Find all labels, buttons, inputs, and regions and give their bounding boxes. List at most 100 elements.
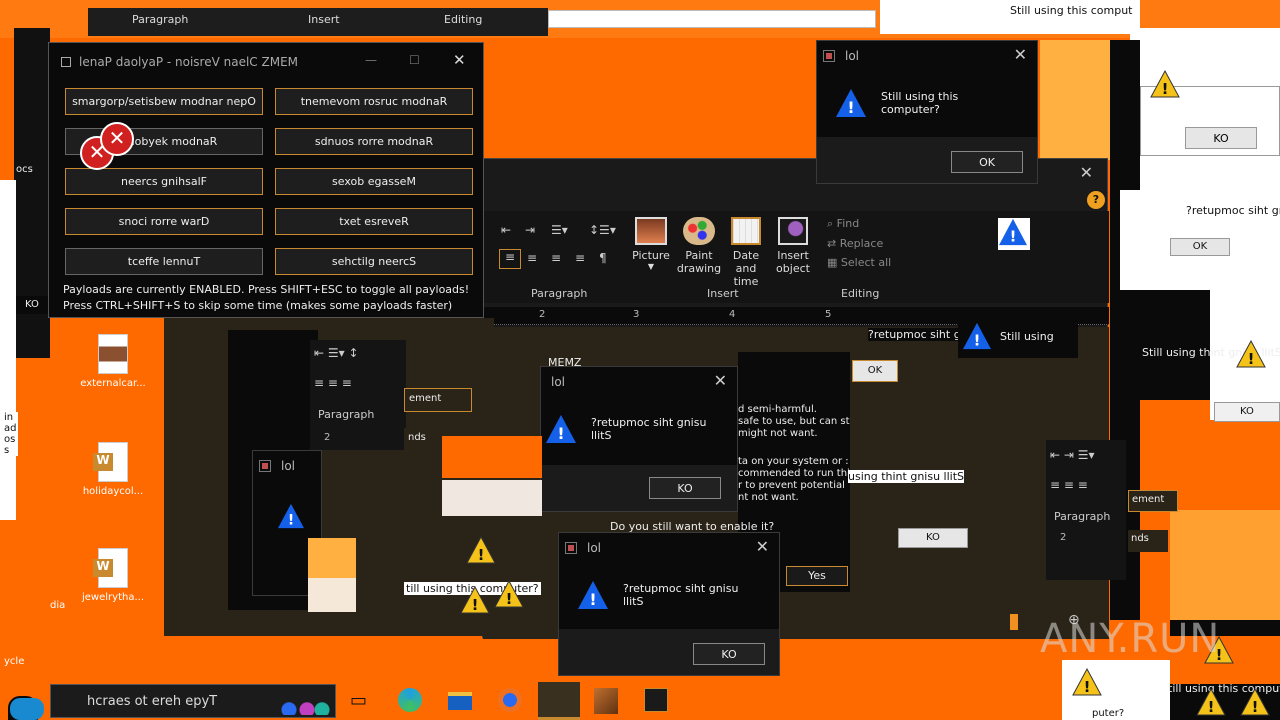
tab-insert[interactable]: Insert (308, 13, 340, 26)
warning-icon: ! (460, 585, 490, 617)
ko-button[interactable]: KO (1185, 127, 1257, 149)
info-icon: ! (278, 503, 304, 529)
desktop-icon-jewelrytha[interactable]: W jewelrytha... (76, 548, 150, 603)
maximize-icon[interactable]: ☐ (409, 53, 420, 67)
still-using-fragment-top: Still using this comput (1010, 4, 1133, 17)
memz-title: lenaP daolyaP - noisreV naelC ZMEM (79, 55, 299, 69)
file-explorer-icon[interactable] (448, 692, 472, 710)
help-icon[interactable]: ? (1087, 191, 1105, 209)
word-file-icon: W (93, 548, 128, 588)
ko-fragment-right[interactable]: KO (1214, 402, 1280, 422)
calendar-icon (731, 217, 761, 245)
paragraph-label-fragment: Paragraph (318, 408, 375, 421)
ok-button[interactable]: OK (951, 151, 1023, 173)
replace-button[interactable]: ⇄ Replace (827, 237, 907, 250)
close-icon[interactable]: ✕ (1080, 163, 1093, 182)
insert-object[interactable]: Insert object (769, 217, 817, 275)
payload-button-message-boxes[interactable]: sexob egasseM (275, 168, 473, 195)
insert-picture[interactable]: Picture ▼ (629, 217, 673, 271)
payload-button-random-error-sounds[interactable]: sdnuos rorre modnaR (275, 128, 473, 155)
ok-button-fragment[interactable]: OK (1170, 238, 1230, 256)
search-box[interactable]: hcraes ot ereh epyT (50, 684, 336, 718)
align-center-icon[interactable]: ≡ (527, 251, 537, 265)
paint-taskbar-icon[interactable] (594, 688, 618, 714)
tab-paragraph[interactable]: Paragraph (132, 13, 188, 26)
nds-fragment-right: nds (1128, 530, 1168, 552)
payload-button-reverse-text[interactable]: txet esreveR (275, 208, 473, 235)
dialog-titlebar: lol (253, 451, 321, 481)
close-icon[interactable]: ✕ (1014, 45, 1027, 65)
payload-button-random-cursor[interactable]: tnemevom rosruc modnaR (275, 88, 473, 115)
tupmoc-fragment: ?retupmoc siht gni (868, 328, 971, 341)
desktop-icon-holidaycol[interactable]: W holidaycol... (76, 442, 150, 497)
glitch-left-white (0, 180, 16, 520)
warning-line: r to prevent potential (738, 480, 845, 491)
close-icon[interactable]: ✕ (714, 371, 727, 391)
image-file-icon (98, 334, 128, 374)
justify-icon[interactable]: ≡ (575, 251, 585, 265)
watermark: ANY.RUN (1040, 616, 1221, 662)
ko-fragment-mid[interactable]: KO (898, 528, 968, 548)
firefox-icon[interactable] (498, 688, 522, 712)
svg-text:!: ! (589, 590, 596, 609)
align-right-icon[interactable]: ≡ (551, 251, 561, 265)
dialog-message: Still using this computer? (881, 90, 959, 116)
select-all-icon: ▦ (827, 256, 841, 269)
flask-icon (271, 689, 331, 715)
paragraph-label-right: Paragraph (1054, 510, 1111, 523)
insert-object-label-1: Insert (777, 249, 809, 262)
align-icons: ≡ ≡ ≡ (314, 376, 352, 390)
yes-button[interactable]: Yes (786, 566, 848, 586)
increase-indent-icon[interactable]: ⇥ (525, 223, 535, 237)
payload-button-flashing-screen[interactable]: neercs gnihsalF (65, 168, 263, 195)
desktop-icon-externalcar[interactable]: externalcar... (76, 334, 150, 389)
decrease-indent-icon[interactable]: ⇤ (501, 223, 511, 237)
close-icon[interactable]: ✕ (756, 537, 769, 557)
dialog-title: lol (281, 459, 296, 473)
info-icon: ! (998, 218, 1030, 250)
app-icon (823, 50, 835, 62)
paragraph-group: ⇤ ⇥ ☰▾ ↕☰▾ ≡ ≡ ≡ ≡ ¶ (497, 221, 621, 277)
ko-fragment-left[interactable]: KO (16, 296, 48, 314)
bullets-icon[interactable]: ☰▾ (551, 223, 568, 237)
edge-icon[interactable] (398, 688, 422, 712)
warning-icon: ! (1240, 687, 1270, 719)
insert-paint-drawing[interactable]: Paint drawing (675, 217, 723, 275)
payload-button-draw-error-icons[interactable]: snoci rorre warD (65, 208, 263, 235)
info-icon: ! (578, 581, 608, 609)
payload-button-tunnel-effect[interactable]: tceffe lennuT (65, 248, 263, 275)
payload-button-open-random-websites[interactable]: smargorp/setisbew modnar nepO (65, 88, 263, 115)
ko-button[interactable]: KO (649, 477, 721, 499)
reversed-msg-fragment: ?retupmoc siht gnisu llitS (1186, 204, 1280, 217)
task-view-icon[interactable]: ▭ (350, 690, 376, 712)
warning-line: d semi-harmful. (738, 404, 817, 415)
warning-icon: ! (1150, 69, 1180, 101)
find-button[interactable]: ⌕ Find (827, 217, 907, 231)
memz-titlebar: lenaP daolyaP - noisreV naelC ZMEM — ☐ ✕ (49, 43, 485, 79)
message-dialog-normal: lol ✕ ! Still using this computer? OK (816, 40, 1038, 184)
line-spacing-icon[interactable]: ↕☰▾ (589, 223, 616, 237)
chevron-down-icon: ▼ (647, 262, 655, 271)
insert-group-label: Insert (707, 287, 739, 300)
dialog-titlebar: lol (541, 367, 737, 397)
tab-editing[interactable]: Editing (444, 13, 482, 26)
wordpad-taskbar-icon[interactable] (538, 682, 580, 720)
message-dialog-reversed-bottom: lol ✕ ! ?retupmoc siht gnisu llitS KO (558, 532, 780, 676)
memz-app-icon (61, 57, 71, 67)
memz-taskbar-icon[interactable] (644, 688, 668, 712)
media-fragment: dia (50, 600, 66, 611)
align-left-icon[interactable]: ≡ (499, 249, 521, 269)
dialog-body: ! Still using this computer? (817, 71, 1037, 135)
select-all-button[interactable]: ▦ Select all (827, 256, 907, 269)
error-icon: ✕ (100, 122, 134, 156)
payload-button-screen-glitches[interactable]: sehctilg neercS (275, 248, 473, 275)
glitch-right-orange (1040, 40, 1120, 160)
insert-date-time[interactable]: Date and time (721, 217, 771, 288)
zoom-slider-thumb[interactable] (1010, 614, 1018, 630)
svg-text:!: ! (1248, 350, 1255, 368)
minimize-icon[interactable]: — (365, 53, 377, 67)
ko-button[interactable]: KO (693, 643, 765, 665)
paragraph-dialog-icon[interactable]: ¶ (599, 251, 607, 265)
ok-button-fragment-2[interactable]: OK (852, 360, 898, 382)
close-icon[interactable]: ✕ (453, 51, 466, 69)
